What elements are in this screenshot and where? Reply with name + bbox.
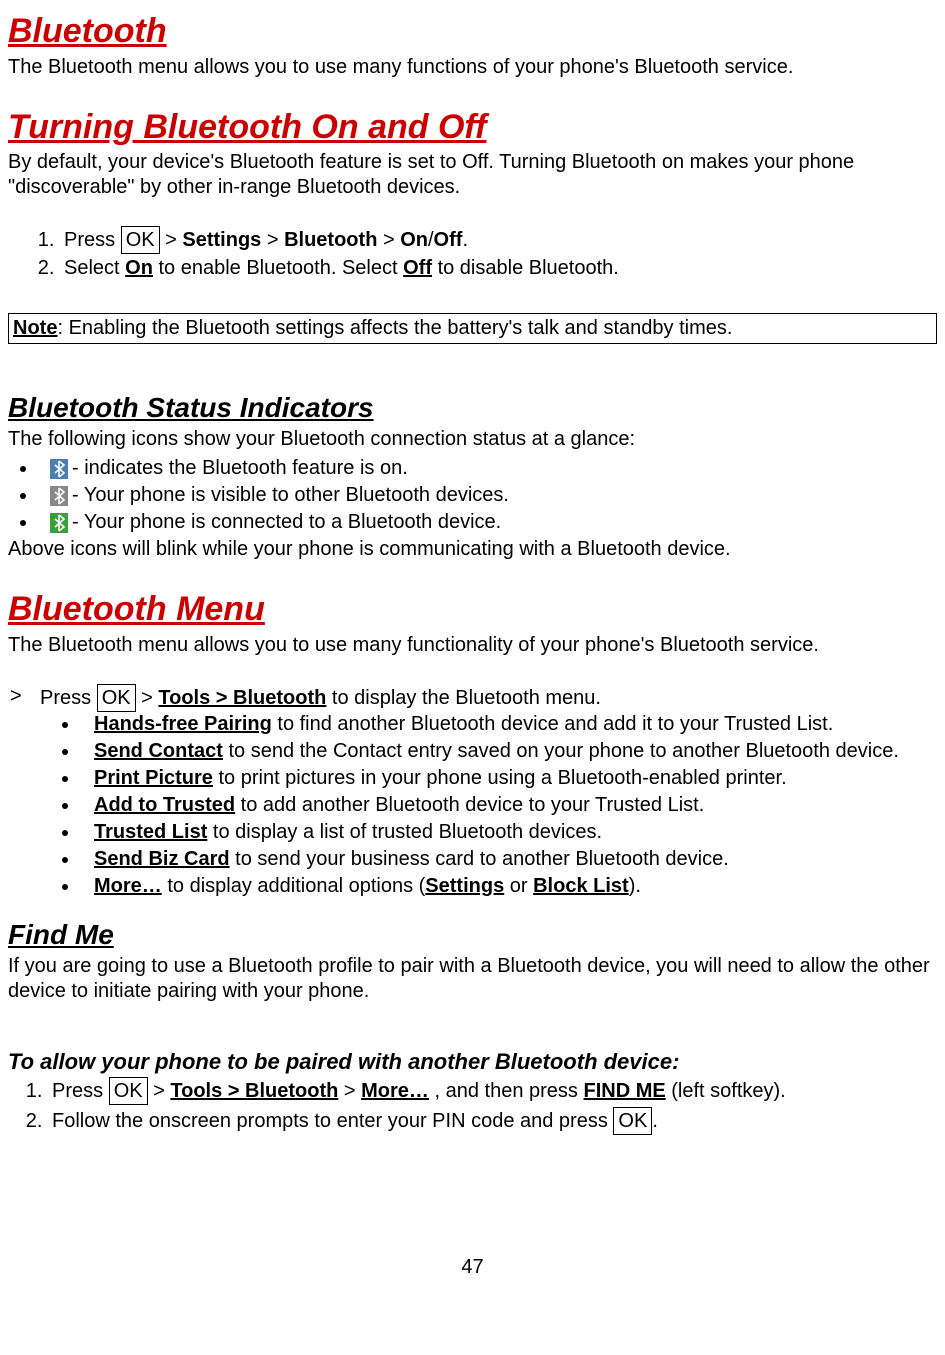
text: to display additional options (: [162, 875, 426, 897]
note-box: Note: Enabling the Bluetooth settings af…: [8, 313, 937, 344]
bullet-icon: [20, 466, 26, 472]
text: Follow the onscreen prompts to enter you…: [52, 1110, 613, 1132]
option-off: Off: [403, 257, 432, 279]
intro-text: The Bluetooth menu allows you to use man…: [8, 55, 937, 80]
steps-list: Press OK > Settings > Bluetooth > On/Off…: [8, 226, 937, 281]
text: to send the Contact entry saved on your …: [223, 740, 899, 762]
text: Press OK > Tools > Bluetooth to display …: [40, 684, 601, 712]
heading-find-me: Find Me: [8, 917, 937, 952]
bluetooth-on-icon: [50, 459, 68, 479]
list-item: Send Contact to send the Contact entry s…: [80, 739, 937, 764]
bluetooth-connected-icon: [50, 513, 68, 533]
intro-text: By default, your device's Bluetooth feat…: [8, 150, 937, 200]
bluetooth-visible-icon: [50, 486, 68, 506]
menu-options-list: Hands-free Pairing to find another Bluet…: [8, 712, 937, 899]
text: , and then press: [429, 1080, 584, 1102]
heading-turning-on-off: Turning Bluetooth On and Off: [8, 106, 937, 149]
intro-text: If you are going to use a Bluetooth prof…: [8, 954, 937, 1004]
option-name: Send Contact: [94, 740, 223, 762]
option-name: Block List: [533, 875, 629, 897]
option-name: More…: [94, 875, 162, 897]
text: to disable Bluetooth.: [432, 257, 619, 279]
step-item: Follow the onscreen prompts to enter you…: [48, 1107, 937, 1135]
text: - Your phone is visible to other Bluetoo…: [72, 483, 509, 508]
softkey-label: FIND ME: [583, 1080, 665, 1102]
intro-text: The Bluetooth menu allows you to use man…: [8, 633, 937, 658]
list-item: Print Picture to print pictures in your …: [80, 766, 937, 791]
option-name: Settings: [425, 875, 504, 897]
steps-list: Press OK > Tools > Bluetooth > More… , a…: [8, 1077, 937, 1135]
note-label: Note: [13, 317, 57, 339]
option-name: Hands-free Pairing: [94, 713, 272, 735]
menu-path: Bluetooth: [284, 229, 377, 251]
text: or: [504, 875, 533, 897]
ok-key: OK: [109, 1077, 148, 1105]
text: to display the Bluetooth menu.: [326, 687, 601, 709]
menu-path: Tools > Bluetooth: [170, 1080, 338, 1102]
text: >: [160, 229, 183, 251]
menu-path: Settings: [182, 229, 261, 251]
list-item: Trusted List to display a list of truste…: [80, 820, 937, 845]
bullet-icon: [20, 493, 26, 499]
list-item: - Your phone is visible to other Bluetoo…: [8, 483, 937, 508]
text: Select: [64, 257, 125, 279]
text: to send your business card to another Bl…: [230, 848, 729, 870]
menu-path: Off: [434, 229, 463, 251]
text: - indicates the Bluetooth feature is on.: [72, 456, 408, 481]
list-item: Send Biz Card to send your business card…: [80, 847, 937, 872]
text: .: [652, 1110, 658, 1132]
step-item: Select On to enable Bluetooth. Select Of…: [60, 256, 937, 281]
text: (left softkey).: [666, 1080, 786, 1102]
ok-key: OK: [613, 1107, 652, 1135]
text: - Your phone is connected to a Bluetooth…: [72, 510, 501, 535]
text: to add another Bluetooth device to your …: [235, 794, 704, 816]
text: >: [261, 229, 284, 251]
note-text: : Enabling the Bluetooth settings affect…: [57, 317, 732, 339]
text: to print pictures in your phone using a …: [213, 767, 787, 789]
heading-status-indicators: Bluetooth Status Indicators: [8, 390, 937, 425]
text: .: [462, 229, 468, 251]
list-item: More… to display additional options (Set…: [80, 874, 937, 899]
text: >: [338, 1080, 361, 1102]
menu-path: Tools > Bluetooth: [158, 687, 326, 709]
angle-marker: >: [8, 684, 40, 712]
option-name: Send Biz Card: [94, 848, 230, 870]
ok-key: OK: [97, 684, 136, 712]
list-item: - indicates the Bluetooth feature is on.: [8, 456, 937, 481]
outro-text: Above icons will blink while your phone …: [8, 537, 937, 562]
text: to enable Bluetooth. Select: [153, 257, 403, 279]
option-name: Print Picture: [94, 767, 213, 789]
list-item: - Your phone is connected to a Bluetooth…: [8, 510, 937, 535]
option-on: On: [125, 257, 153, 279]
text: >: [377, 229, 400, 251]
text: Press: [40, 687, 97, 709]
lead-line: > Press OK > Tools > Bluetooth to displa…: [8, 684, 937, 712]
ok-key: OK: [121, 226, 160, 254]
step-item: Press OK > Tools > Bluetooth > More… , a…: [48, 1077, 937, 1105]
page-number: 47: [8, 1255, 937, 1280]
step-item: Press OK > Settings > Bluetooth > On/Off…: [60, 226, 937, 254]
heading-bluetooth-menu: Bluetooth Menu: [8, 588, 937, 631]
intro-text: The following icons show your Bluetooth …: [8, 427, 937, 452]
list-item: Add to Trusted to add another Bluetooth …: [80, 793, 937, 818]
text: to find another Bluetooth device and add…: [272, 713, 833, 735]
option-name: Add to Trusted: [94, 794, 235, 816]
option-name: Trusted List: [94, 821, 207, 843]
text: Press: [52, 1080, 109, 1102]
text: to display a list of trusted Bluetooth d…: [207, 821, 602, 843]
bullet-icon: [20, 520, 26, 526]
text: >: [148, 1080, 171, 1102]
menu-path: On: [400, 229, 428, 251]
list-item: Hands-free Pairing to find another Bluet…: [80, 712, 937, 737]
sub-heading: To allow your phone to be paired with an…: [8, 1048, 937, 1076]
text: Press: [64, 229, 121, 251]
heading-bluetooth: Bluetooth: [8, 10, 937, 53]
text: ).: [629, 875, 641, 897]
menu-path: More…: [361, 1080, 429, 1102]
text: >: [136, 687, 159, 709]
